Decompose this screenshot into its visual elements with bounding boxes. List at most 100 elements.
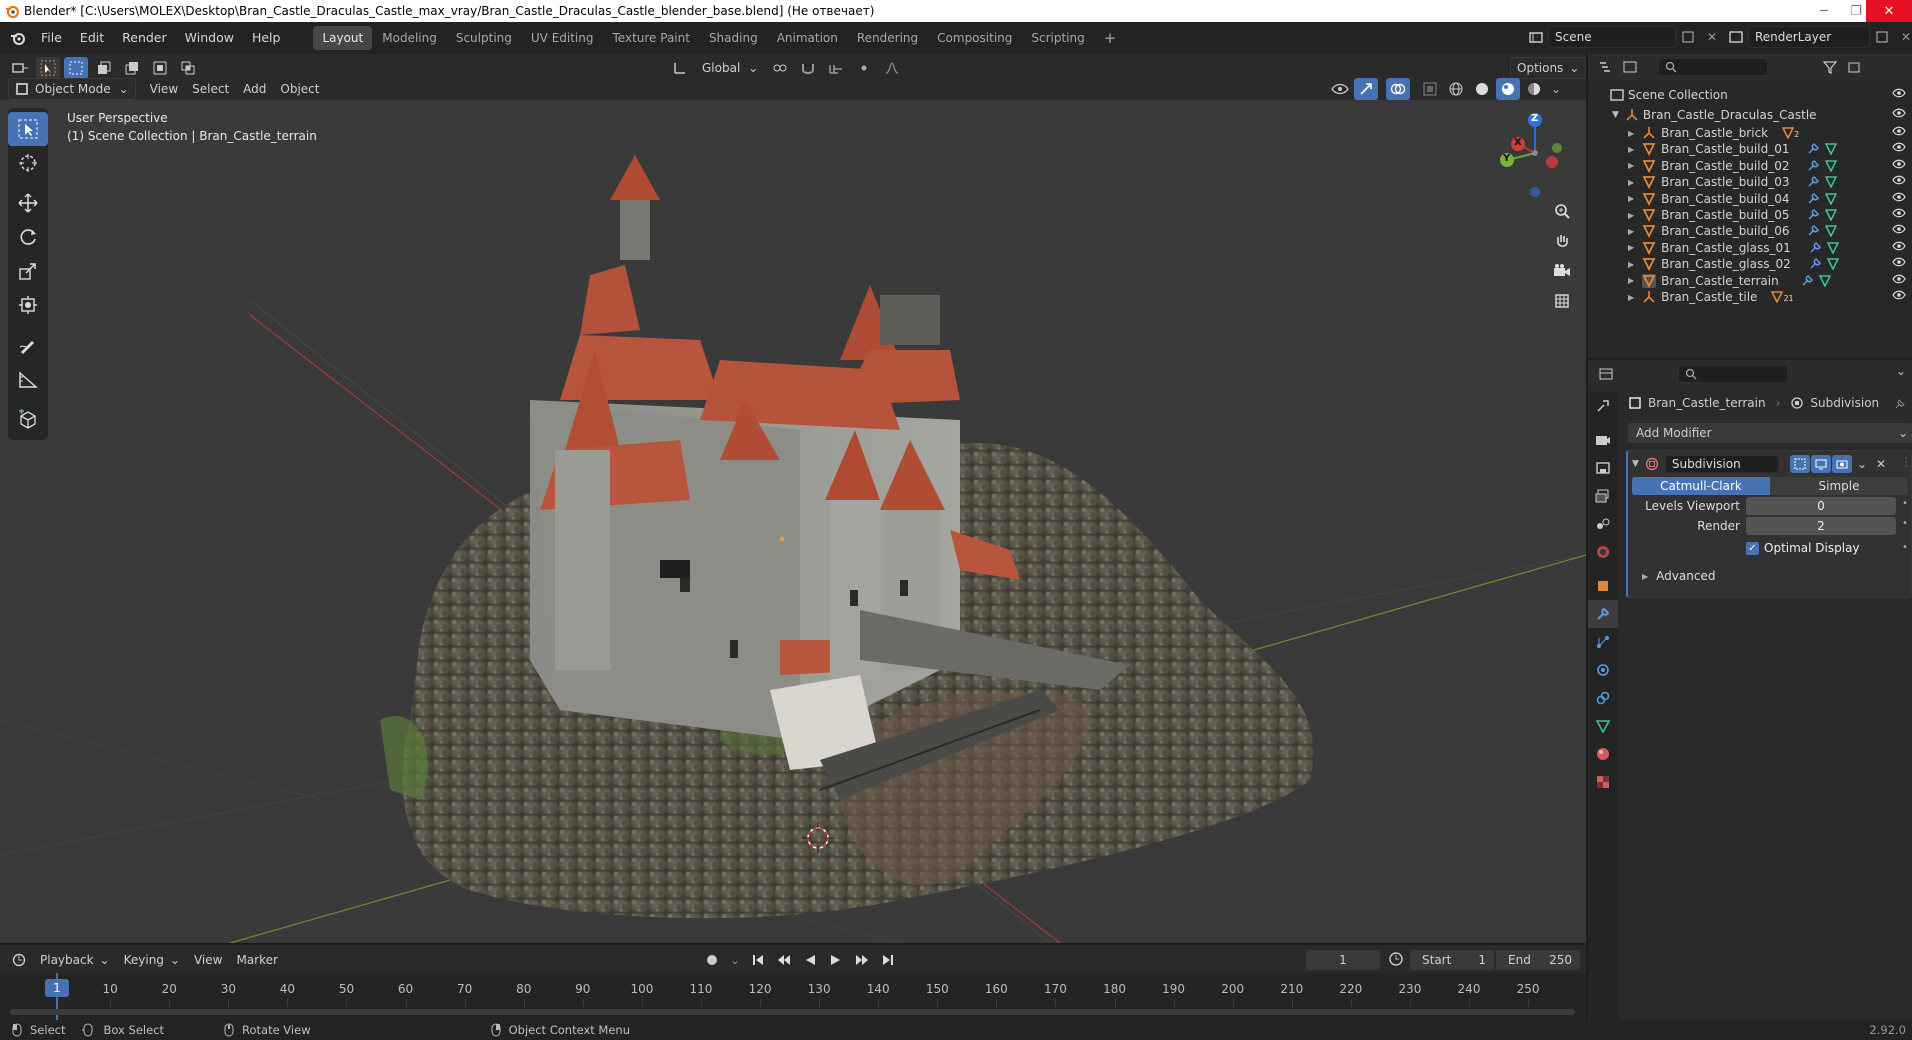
timeline-editor-icon[interactable]: [8, 949, 32, 971]
scene-field[interactable]: Scene: [1548, 26, 1676, 48]
falloff-icon[interactable]: [880, 57, 904, 79]
expand-right-icon[interactable]: ▶: [1628, 161, 1634, 170]
tab-animation[interactable]: Animation: [768, 26, 847, 50]
expand-right-icon[interactable]: ▶: [1628, 243, 1634, 252]
menu-help[interactable]: Help: [243, 26, 290, 50]
select-box-tool[interactable]: [8, 112, 48, 146]
properties-search-input[interactable]: [1678, 365, 1788, 383]
render-toggle-icon[interactable]: [1832, 455, 1852, 473]
expand-right-icon[interactable]: ▶: [1628, 145, 1634, 154]
outliner-item[interactable]: ▶ Bran_Castle_build_03: [1588, 174, 1912, 190]
menu-timeline-view[interactable]: View: [188, 949, 228, 971]
tab-layout[interactable]: Layout: [313, 26, 373, 50]
texture-tab-icon[interactable]: [1588, 768, 1618, 796]
snap-icon[interactable]: [796, 57, 820, 79]
add-workspace-button[interactable]: +: [1095, 26, 1126, 50]
menu-view[interactable]: View: [144, 78, 184, 100]
visibility-icon[interactable]: [1328, 78, 1352, 100]
current-frame-field[interactable]: 1: [1306, 950, 1380, 970]
navigation-gizmo[interactable]: Z Y X: [1490, 108, 1580, 198]
menu-marker[interactable]: Marker: [230, 949, 283, 971]
measure-tool[interactable]: [8, 362, 48, 396]
select-mode-subtract-icon[interactable]: [120, 57, 144, 79]
transform-orientation-dropdown[interactable]: Global ⌄: [696, 57, 764, 79]
render-layer-icon[interactable]: [1724, 26, 1748, 48]
expand-right-icon[interactable]: ▶: [1628, 194, 1634, 203]
eye-icon[interactable]: [1892, 274, 1906, 284]
shading-wireframe-icon[interactable]: [1444, 78, 1468, 100]
prev-keyframe-icon[interactable]: [772, 949, 796, 971]
expand-right-icon[interactable]: ▶: [1628, 293, 1634, 302]
eye-icon[interactable]: [1892, 224, 1906, 234]
tab-uv-editing[interactable]: UV Editing: [522, 26, 603, 50]
eye-icon[interactable]: [1892, 126, 1906, 136]
object-tab-icon[interactable]: [1588, 572, 1618, 600]
outliner-item[interactable]: ▶ Bran_Castle_build_02: [1588, 158, 1912, 174]
scene-icon[interactable]: [1524, 26, 1548, 48]
menu-select[interactable]: Select: [186, 78, 235, 100]
keyframe-dot-icon[interactable]: •: [1902, 518, 1908, 529]
render-levels-field[interactable]: 2: [1746, 517, 1896, 535]
remove-scene-icon[interactable]: ✕: [1700, 26, 1724, 48]
chevron-down-icon[interactable]: ⌄: [726, 949, 744, 971]
menu-add[interactable]: Add: [237, 78, 272, 100]
menu-edit[interactable]: Edit: [71, 26, 113, 50]
shading-rendered-icon[interactable]: [1522, 78, 1546, 100]
end-frame-field[interactable]: End 250: [1496, 950, 1580, 970]
outliner-root-row[interactable]: Scene Collection: [1588, 85, 1912, 105]
gizmo-toggle-icon[interactable]: [1354, 78, 1378, 100]
render-tab-icon[interactable]: [1588, 426, 1618, 454]
eye-icon[interactable]: [1892, 241, 1906, 251]
eye-icon[interactable]: [1892, 192, 1906, 202]
menu-file[interactable]: File: [32, 26, 71, 50]
eye-icon[interactable]: [1892, 175, 1906, 185]
select-mode-invert-icon[interactable]: [148, 57, 172, 79]
pivot-point-icon[interactable]: [768, 57, 792, 79]
jump-end-icon[interactable]: [876, 949, 900, 971]
outliner-item[interactable]: ▶ Bran_Castle_build_01: [1588, 141, 1912, 157]
keyframe-dot-icon[interactable]: •: [1902, 542, 1908, 553]
outliner-item[interactable]: ▶ Bran_Castle_terrain: [1588, 273, 1912, 289]
outliner-item[interactable]: ▶ Bran_Castle_glass_01: [1588, 240, 1912, 256]
tab-compositing[interactable]: Compositing: [928, 26, 1021, 50]
tab-sculpting[interactable]: Sculpting: [447, 26, 521, 50]
expand-down-icon[interactable]: ▼: [1612, 110, 1619, 120]
expand-right-icon[interactable]: ▶: [1628, 129, 1634, 138]
levels-viewport-field[interactable]: 0: [1746, 497, 1896, 515]
expand-right-icon[interactable]: ▶: [1628, 276, 1634, 285]
select-mode-extend-icon[interactable]: [92, 57, 116, 79]
camera-icon[interactable]: [1548, 256, 1576, 286]
cursor-tool[interactable]: [8, 146, 48, 180]
expand-right-icon[interactable]: ▶: [1628, 211, 1634, 220]
timeline-ruler[interactable]: 1102030405060708090100110120130140150160…: [0, 973, 1586, 1020]
viewport-toggle-icon[interactable]: [1811, 455, 1831, 473]
eye-icon[interactable]: [1892, 290, 1906, 300]
output-tab-icon[interactable]: [1588, 454, 1618, 482]
pin-icon[interactable]: [1894, 398, 1906, 410]
outliner-item[interactable]: ▶ Bran_Castle_brick 2: [1588, 125, 1912, 141]
snap-target-icon[interactable]: [824, 57, 848, 79]
record-icon[interactable]: [700, 949, 724, 971]
new-scene-icon[interactable]: [1676, 26, 1700, 48]
chevron-down-icon[interactable]: ⌄: [1896, 364, 1906, 378]
view-layer-tab-icon[interactable]: [1588, 482, 1618, 510]
play-reverse-icon[interactable]: [798, 949, 822, 971]
outliner-item[interactable]: ▶ Bran_Castle_tile 21: [1588, 289, 1912, 305]
tab-rendering[interactable]: Rendering: [848, 26, 927, 50]
mode-dropdown[interactable]: Object Mode ⌄: [8, 78, 136, 100]
3d-viewport[interactable]: User Perspective (1) Scene Collection | …: [0, 100, 1586, 943]
eye-icon[interactable]: [1892, 142, 1906, 152]
blender-menu-icon[interactable]: [10, 30, 26, 46]
transform-tool[interactable]: [8, 288, 48, 322]
physics-tab-icon[interactable]: [1588, 656, 1618, 684]
expand-right-icon[interactable]: ▶: [1628, 178, 1634, 187]
simple-button[interactable]: Simple: [1770, 477, 1908, 495]
scene-tab-icon[interactable]: [1588, 510, 1618, 538]
outliner-item[interactable]: ▶ Bran_Castle_build_05: [1588, 207, 1912, 223]
keyframe-dot-icon[interactable]: •: [1902, 498, 1908, 509]
zoom-icon[interactable]: [1548, 196, 1576, 226]
menu-render[interactable]: Render: [113, 26, 176, 50]
select-mode-set-icon[interactable]: [64, 57, 88, 79]
select-mode-intersect-icon[interactable]: [176, 57, 200, 79]
eye-icon[interactable]: [1892, 208, 1906, 218]
